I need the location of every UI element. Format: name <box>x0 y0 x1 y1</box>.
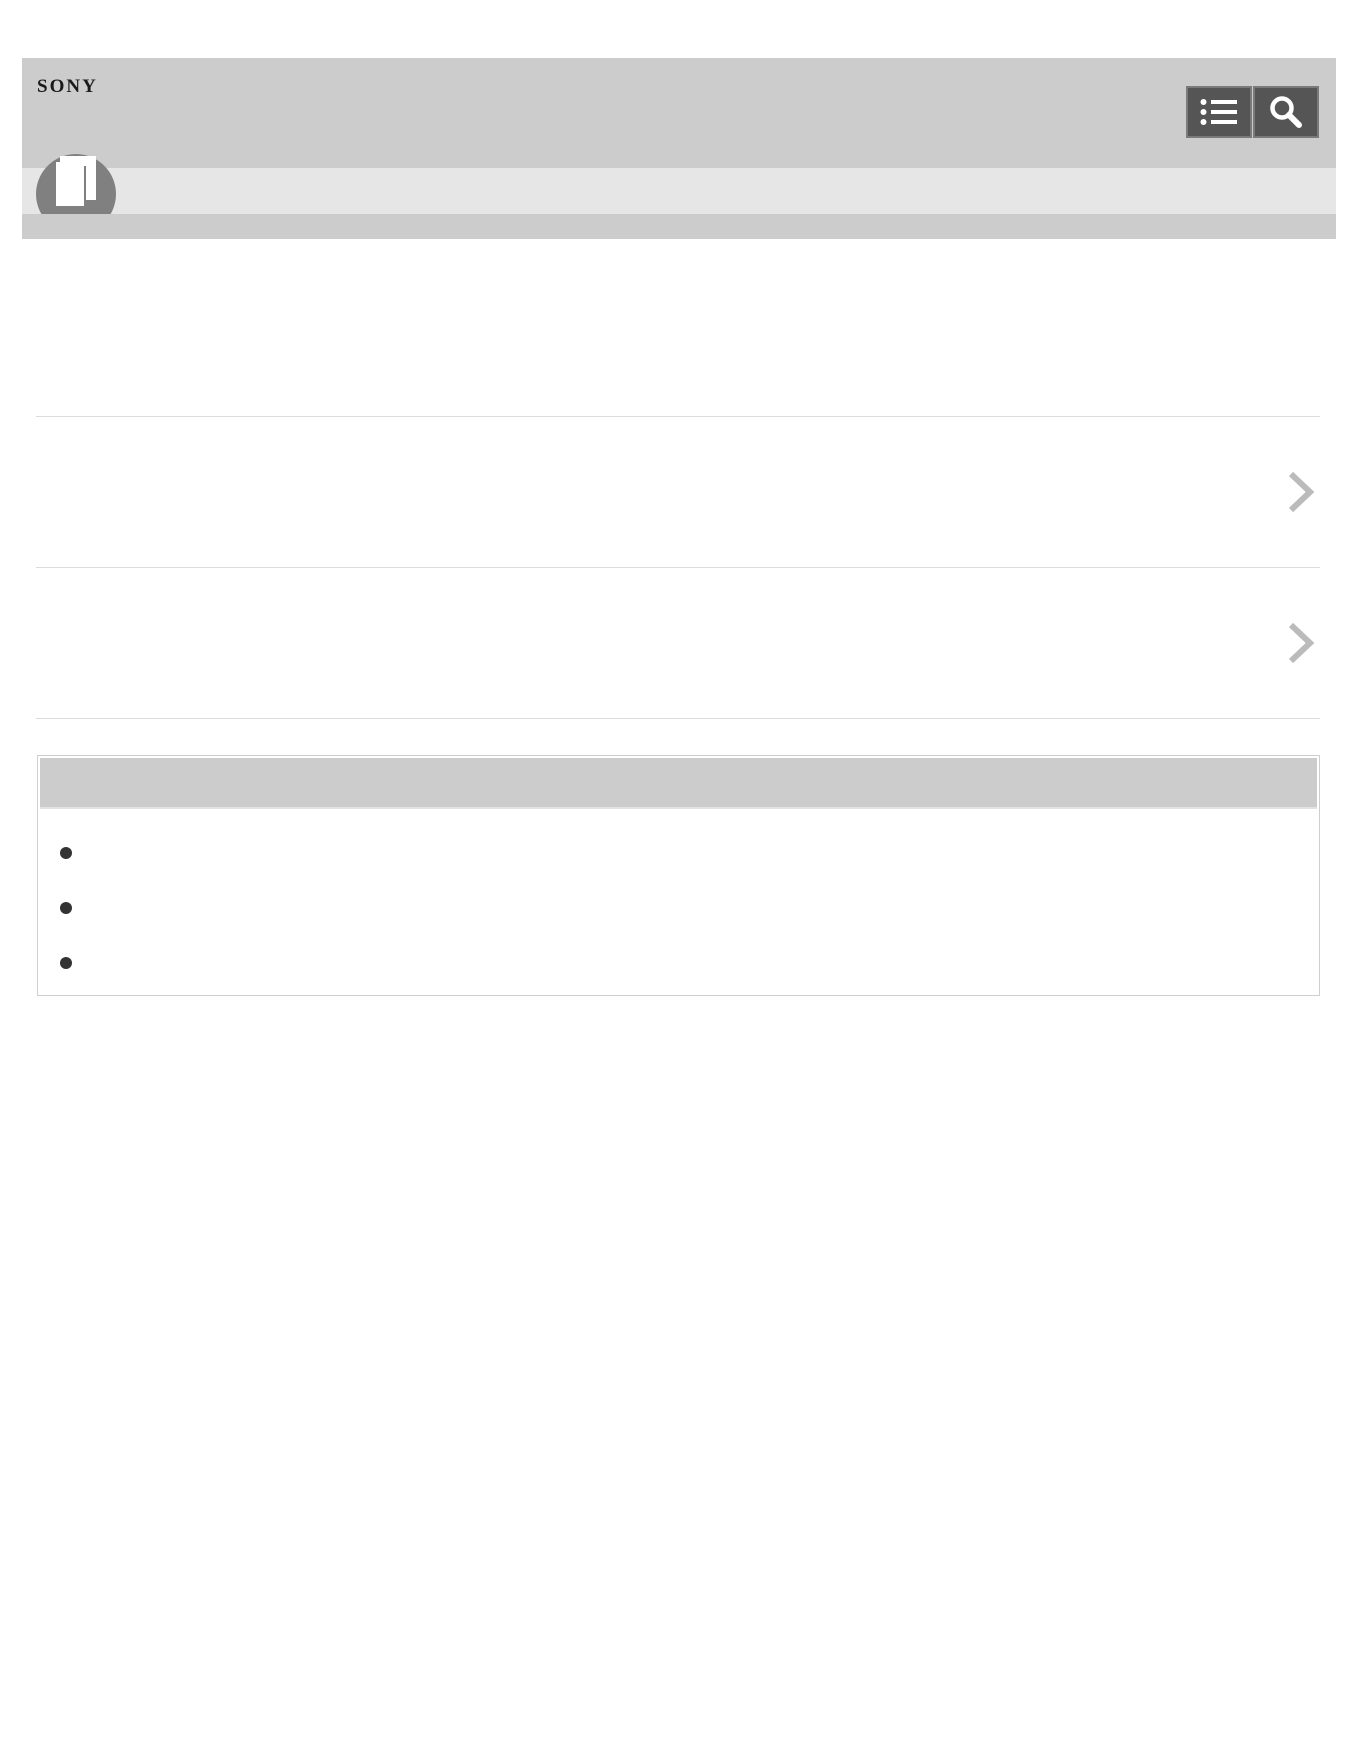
header-bar: SONY <box>22 58 1336 168</box>
chevron-right-icon <box>1288 471 1315 513</box>
bullet-icon <box>60 847 72 859</box>
header-buttons <box>1186 86 1320 138</box>
related-topic-item[interactable] <box>60 838 1260 868</box>
topic-link-row[interactable] <box>36 567 1320 719</box>
chevron-right-icon <box>1288 622 1315 664</box>
search-icon <box>1270 96 1302 128</box>
help-guide-page: SONY <box>0 0 1361 1761</box>
toc-button[interactable] <box>1186 86 1252 138</box>
sony-logo[interactable]: SONY <box>37 76 98 98</box>
page-title <box>36 300 1316 350</box>
related-topic-item[interactable] <box>60 948 1260 978</box>
bullet-icon <box>60 902 72 914</box>
bullet-icon <box>60 957 72 969</box>
category-bar <box>22 168 1336 214</box>
topic-link-row[interactable] <box>36 416 1320 567</box>
breadcrumb-strip <box>22 214 1336 239</box>
related-topics-header <box>40 758 1317 809</box>
list-icon <box>1200 99 1237 125</box>
related-topics-box <box>37 755 1320 996</box>
manual-book-icon <box>34 154 118 214</box>
related-topic-item[interactable] <box>60 893 1260 923</box>
search-button[interactable] <box>1253 86 1319 138</box>
